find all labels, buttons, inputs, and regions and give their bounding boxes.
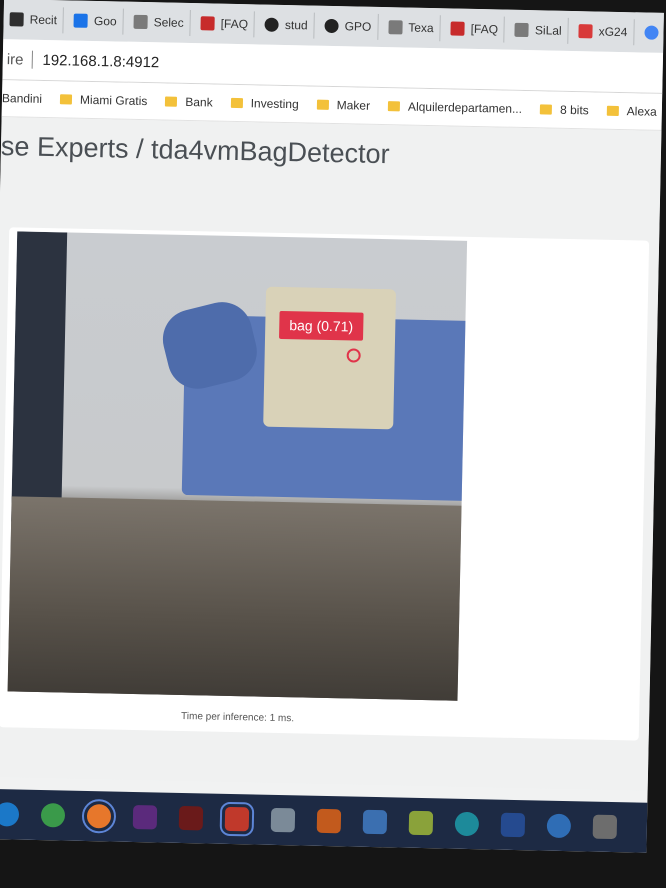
bookmark-miami-gratis[interactable]: Miami Gratis [59, 92, 147, 108]
list-icon [388, 20, 403, 35]
bookmark-investing[interactable]: Investing [230, 96, 299, 111]
tab-selec[interactable]: Selec [127, 8, 191, 36]
feed-floor [7, 496, 462, 701]
tab-recit[interactable]: Recit [3, 6, 65, 34]
tab-xg24[interactable]: xG24 [572, 18, 635, 46]
address-scheme: ire [6, 50, 24, 69]
detection-label: bag (0.71) [279, 310, 364, 341]
indesign-icon[interactable] [132, 804, 158, 830]
screen: Recit Goo Selec [FAQ stud GPO Texa [FAQ … [0, 0, 664, 853]
folder-icon [606, 105, 619, 116]
bookmark-8bits[interactable]: 8 bits [539, 102, 589, 117]
address-url[interactable]: 192.168.1.8:4912 [42, 51, 159, 70]
inference-time: Time per inference: 1 ms. [180, 710, 295, 725]
remote-icon[interactable] [592, 814, 618, 840]
filezilla-icon[interactable] [178, 805, 204, 831]
feed-bag [263, 286, 397, 430]
folder-icon [387, 101, 401, 112]
bookmark-bank[interactable]: Bank [165, 94, 213, 109]
list-icon [133, 14, 148, 30]
bookmark-alexa[interactable]: Alexa [606, 104, 657, 119]
notepad-icon[interactable] [362, 809, 388, 835]
calculator-icon[interactable] [219, 801, 255, 837]
terminal-icon[interactable] [546, 813, 572, 839]
ti-icon [450, 21, 465, 36]
folder-icon [539, 104, 553, 115]
github-icon [264, 17, 280, 32]
taskbar [0, 788, 656, 853]
photoshop-icon[interactable] [454, 811, 480, 837]
tab-faq-1[interactable]: [FAQ [194, 10, 256, 38]
list-icon [514, 22, 530, 38]
firefox-icon[interactable] [81, 798, 117, 834]
bookmark-alquiler[interactable]: Alquilerdepartamen... [387, 99, 522, 116]
tab-silal[interactable]: SiLal [508, 16, 569, 44]
doc-icon [9, 12, 24, 27]
ti-icon [200, 16, 215, 31]
chrome-icon[interactable] [40, 803, 66, 828]
tab-goo[interactable]: Goo [67, 7, 124, 35]
bookmark-maker[interactable]: Maker [316, 98, 370, 113]
github-icon [324, 18, 339, 34]
bookmark-bandini[interactable]: Bandini [2, 91, 42, 106]
app-icon[interactable] [270, 807, 296, 833]
page-content: se Experts / tda4vmBagDetector bag (0.71… [0, 117, 662, 791]
folder-icon [316, 99, 329, 110]
arduino-icon[interactable] [408, 810, 434, 836]
folder-icon [230, 97, 243, 109]
feed-wall [11, 231, 68, 523]
folder-icon [165, 96, 178, 107]
calendar-icon [73, 13, 89, 28]
tab-esp3[interactable]: esp3 [638, 19, 664, 47]
folder-icon [59, 94, 73, 105]
camera-card: bag (0.71) Time per inference: 1 ms. [0, 227, 650, 741]
google-icon [644, 25, 659, 40]
page-title: se Experts / tda4vmBagDetector [0, 131, 390, 170]
address-separator [31, 50, 33, 69]
camera-feed: bag (0.71) [7, 231, 468, 701]
network-icon[interactable] [316, 808, 342, 834]
edge-icon[interactable] [0, 802, 20, 827]
tab-stud[interactable]: stud [258, 11, 315, 39]
tab-texa[interactable]: Texa [382, 14, 441, 42]
si-icon [578, 24, 593, 39]
tab-gpo[interactable]: GPO [318, 12, 379, 40]
tab-faq-2[interactable]: [FAQ [444, 15, 506, 43]
kodi-icon[interactable] [500, 812, 526, 838]
